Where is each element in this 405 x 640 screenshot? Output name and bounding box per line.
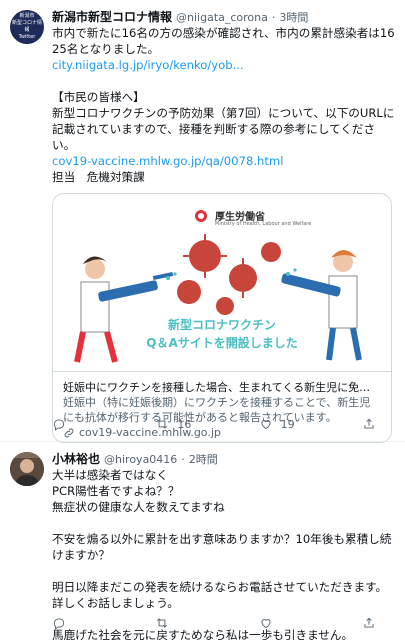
avatar-photo-icon (10, 452, 44, 486)
tweet-actions: 16 19 (52, 417, 382, 431)
timestamp[interactable]: 2時間 (189, 451, 218, 467)
user-name[interactable]: 新潟市新型コロナ情報 (52, 8, 172, 25)
reply-button[interactable] (52, 616, 122, 630)
text-line: 新型コロナワクチンの予防効果（第7回）について、以下のURLに記載されていますの… (52, 106, 395, 152)
reply-icon (53, 419, 65, 431)
separator: · (181, 453, 185, 466)
retweet-button[interactable] (155, 616, 225, 630)
link-city-niigata[interactable]: city.niigata.lg.jp/iryo/kenko/yob... (52, 57, 396, 73)
text-line: PCR陽性者ですよね？？ (52, 484, 180, 498)
user-handle[interactable]: @hiroya0416 (104, 453, 177, 466)
user-handle[interactable]: @niigata_corona (176, 11, 268, 24)
text-line: 無症状の健康な人を数えてますね (52, 500, 225, 514)
tweet-text: 市内で新たに16名の方の感染が確認され、市内の累計感染者は1625名となりました… (52, 25, 396, 185)
tweet-actions (52, 616, 382, 630)
banner-line-1: 新型コロナワクチン (167, 318, 276, 332)
share-button[interactable] (362, 616, 382, 630)
heart-icon (261, 619, 271, 629)
link-vaccine-qa[interactable]: cov19-vaccine.mhlw.go.jp/qa/0078.html (52, 153, 396, 169)
separator: · (271, 11, 276, 24)
like-button[interactable]: 19 (259, 417, 329, 431)
tweet-reply[interactable]: 小林裕也 @hiroya0416 · 2時間 大半は感染者ではなく PCR陽性者… (0, 442, 405, 640)
niigata-avatar-logo[interactable]: 新潟市 新型コロナ情報 Twitter (10, 10, 44, 44)
avatar-text-3: Twitter (18, 34, 36, 40)
tweet-header: 小林裕也 @hiroya0416 · 2時間 (52, 450, 396, 467)
banner-line-2: Q＆Aサイトを開設しました (146, 336, 298, 350)
card-title: 妊娠中にワクチンを接種した場合、生まれてくる新生児に免疫はつき... (63, 381, 381, 394)
tweet-header: 新潟市新型コロナ情報 @niigata_corona · 3時間 (52, 8, 396, 25)
heart-icon (261, 420, 271, 430)
user-avatar-photo[interactable] (10, 452, 44, 486)
tweet-text: 大半は感染者ではなく PCR陽性者ですよね？？ 無症状の健康な人を数えてますね … (52, 467, 396, 640)
text-line: 【市民の皆様へ】 (52, 90, 145, 104)
share-button[interactable] (362, 417, 382, 431)
ministry-name-en: Ministry of Health, Labour and Welfare (215, 221, 312, 227)
card-meta: 妊娠中にワクチンを接種した場合、生まれてくる新生児に免疫はつき... 妊娠中（特… (53, 372, 391, 442)
card-image: 厚生労働省 Ministry of Health, Labour and Wel… (53, 194, 391, 372)
text-line: 担当 危機対策課 (52, 170, 145, 184)
timestamp[interactable]: 3時間 (279, 9, 308, 25)
like-button[interactable] (259, 616, 329, 630)
retweet-icon (157, 618, 168, 628)
retweet-icon (157, 419, 168, 429)
text-line: 市内で新たに16名の方の感染が確認され、市内の累計感染者は1625名となりました… (52, 26, 395, 56)
retweet-button[interactable]: 16 (155, 417, 225, 431)
user-name[interactable]: 小林裕也 (52, 450, 100, 467)
link-card[interactable]: 厚生労働省 Ministry of Health, Labour and Wel… (52, 193, 392, 443)
reply-icon (53, 618, 65, 630)
share-icon (364, 617, 374, 628)
avatar-text-2: 新型コロナ情報 (11, 20, 42, 33)
tweet-niigata[interactable]: 新潟市 新型コロナ情報 Twitter 新潟市新型コロナ情報 @niigata_… (0, 0, 405, 443)
text-line: 明日以降まだこの発表を続けるならお電話させていただきます。詳しくお話しましょう。 (52, 580, 388, 610)
reply-button[interactable] (52, 417, 122, 431)
avatar[interactable]: 新潟市 新型コロナ情報 Twitter (10, 10, 44, 44)
like-count: 19 (280, 417, 295, 431)
share-icon (364, 418, 374, 429)
text-line: 不安を煽る以外に累計を出す意味ありますか？10年後も累積し続けますか？ (52, 532, 392, 562)
virus-icon (177, 240, 281, 315)
retweet-count: 16 (177, 417, 192, 431)
avatar[interactable] (10, 452, 44, 486)
text-line: 大半は感染者ではなく (52, 468, 168, 482)
avatar-text-1: 新潟市 (19, 13, 35, 19)
